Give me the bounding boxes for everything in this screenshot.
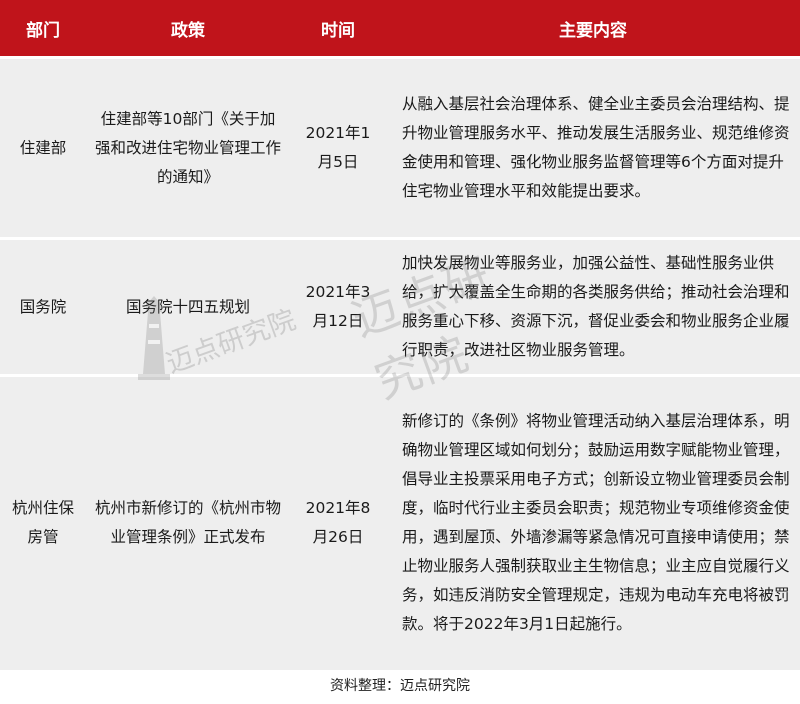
- cell-content: 新修订的《条例》将物业管理活动纳入基层治理体系，明确物业管理区域如何划分；鼓励运…: [386, 374, 800, 670]
- header-content: 主要内容: [386, 0, 800, 58]
- cell-date: 2021年1月5日: [290, 56, 386, 239]
- policy-table: 部门 政策 时间 主要内容 住建部 住建部等10部门《关于加强和改进住宅物业管理…: [0, 0, 800, 670]
- table-row: 住建部 住建部等10部门《关于加强和改进住宅物业管理工作的通知》 2021年1月…: [0, 56, 800, 239]
- cell-policy: 住建部等10部门《关于加强和改进住宅物业管理工作的通知》: [86, 56, 290, 239]
- cell-department: 住建部: [0, 56, 86, 239]
- cell-policy: 国务院十四五规划: [86, 237, 290, 376]
- header-policy: 政策: [86, 0, 290, 58]
- cell-department: 杭州住保房管: [0, 374, 86, 670]
- cell-content: 加快发展物业等服务业，加强公益性、基础性服务业供给，扩大覆盖全生命期的各类服务供…: [386, 237, 800, 376]
- cell-content: 从融入基层社会治理体系、健全业主委员会治理结构、提升物业管理服务水平、推动发展生…: [386, 56, 800, 239]
- table-row: 杭州住保房管 杭州市新修订的《杭州市物业管理条例》正式发布 2021年8月26日…: [0, 374, 800, 670]
- cell-policy: 杭州市新修订的《杭州市物业管理条例》正式发布: [86, 374, 290, 670]
- table-row: 国务院 国务院十四五规划 2021年3月12日 加快发展物业等服务业，加强公益性…: [0, 237, 800, 376]
- cell-date: 2021年8月26日: [290, 374, 386, 670]
- policy-table-container: 部门 政策 时间 主要内容 住建部 住建部等10部门《关于加强和改进住宅物业管理…: [0, 0, 800, 670]
- source-note: 资料整理：迈点研究院: [330, 678, 470, 694]
- cell-date: 2021年3月12日: [290, 237, 386, 376]
- table-header-row: 部门 政策 时间 主要内容: [0, 0, 800, 58]
- header-department: 部门: [0, 0, 86, 58]
- header-date: 时间: [290, 0, 386, 58]
- cell-department: 国务院: [0, 237, 86, 376]
